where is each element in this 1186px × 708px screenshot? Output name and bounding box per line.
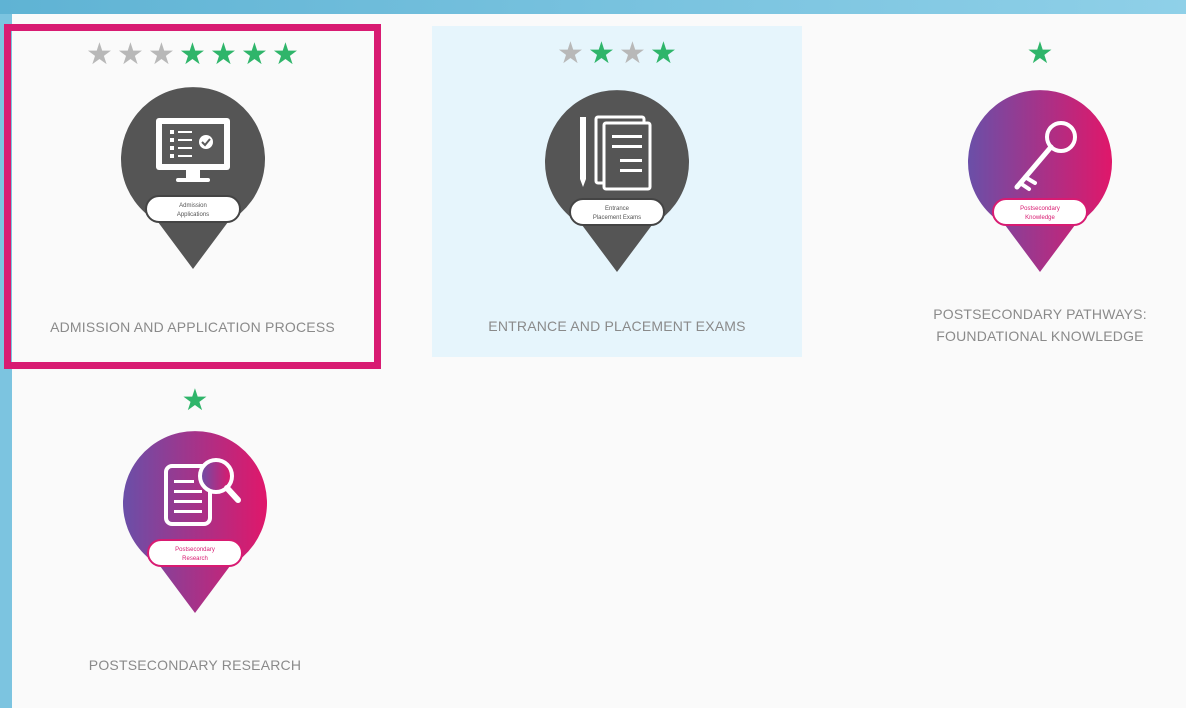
star-empty-icon: ★ [619,37,646,70]
top-bar [0,0,1186,14]
key-icon: Postsecondary Knowledge [968,90,1112,273]
star-empty-icon: ★ [148,38,175,71]
star-empty-icon: ★ [557,37,584,70]
module-badge: Postsecondary Research [120,428,270,628]
star-empty-icon: ★ [86,38,113,71]
module-title: ENTRANCE AND PLACEMENT EXAMS [488,318,746,334]
svg-text:Entrance: Entrance [605,206,630,212]
module-title: ADMISSION AND APPLICATION PROCESS [50,319,335,335]
star-filled-icon: ★ [588,37,615,70]
module-card-foundational-knowledge[interactable]: ★ Postsecondary Knowledge POSTSECONDARY … [855,26,1186,366]
star-filled-icon: ★ [272,38,299,71]
svg-text:Admission: Admission [179,203,207,209]
star-filled-icon: ★ [241,38,268,71]
svg-text:Postsecondary: Postsecondary [175,547,215,553]
svg-text:Applications: Applications [176,212,208,218]
svg-text:Placement Exams: Placement Exams [593,215,641,221]
star-filled-icon: ★ [181,384,209,417]
module-rating-stars: ★ [181,384,210,418]
svg-text:Research: Research [182,556,208,562]
module-title-line-1: POSTSECONDARY PATHWAYS: [933,306,1147,322]
module-title: POSTSECONDARY PATHWAYS: FOUNDATIONAL KNO… [933,303,1147,347]
star-filled-icon: ★ [179,38,206,71]
module-badge: Admission Applications [118,84,268,284]
module-badge: Postsecondary Knowledge [965,87,1115,287]
documents-pencil-icon: Entrance Placement Exams [545,90,689,273]
star-filled-icon: ★ [210,38,237,71]
document-magnifier-icon: Postsecondary Research [123,431,267,613]
module-title-line-2: FOUNDATIONAL KNOWLEDGE [936,328,1144,344]
star-empty-icon: ★ [117,38,144,71]
svg-text:Postsecondary: Postsecondary [1020,206,1060,212]
svg-text:Knowledge: Knowledge [1025,215,1055,221]
module-title: POSTSECONDARY RESEARCH [88,657,302,673]
module-card-postsecondary-research[interactable]: ★ Postsecondary Research POSTSECONDARY R… [10,372,380,692]
module-rating-stars: ★ ★ ★ ★ ★ ★ ★ [85,38,300,72]
star-filled-icon: ★ [1026,37,1054,70]
computer-checklist-icon: Admission Applications [120,87,265,270]
module-rating-stars: ★ ★ ★ ★ [556,37,678,71]
module-badge: Entrance Placement Exams [542,87,692,287]
module-card-entrance-exams[interactable]: ★ ★ ★ ★ Entrance Placement Exams ENTRANC… [432,26,802,357]
star-filled-icon: ★ [650,37,677,70]
module-card-admission-applications[interactable]: ★ ★ ★ ★ ★ ★ ★ Admission Applications ADM… [4,24,381,369]
module-rating-stars: ★ [1026,37,1055,71]
